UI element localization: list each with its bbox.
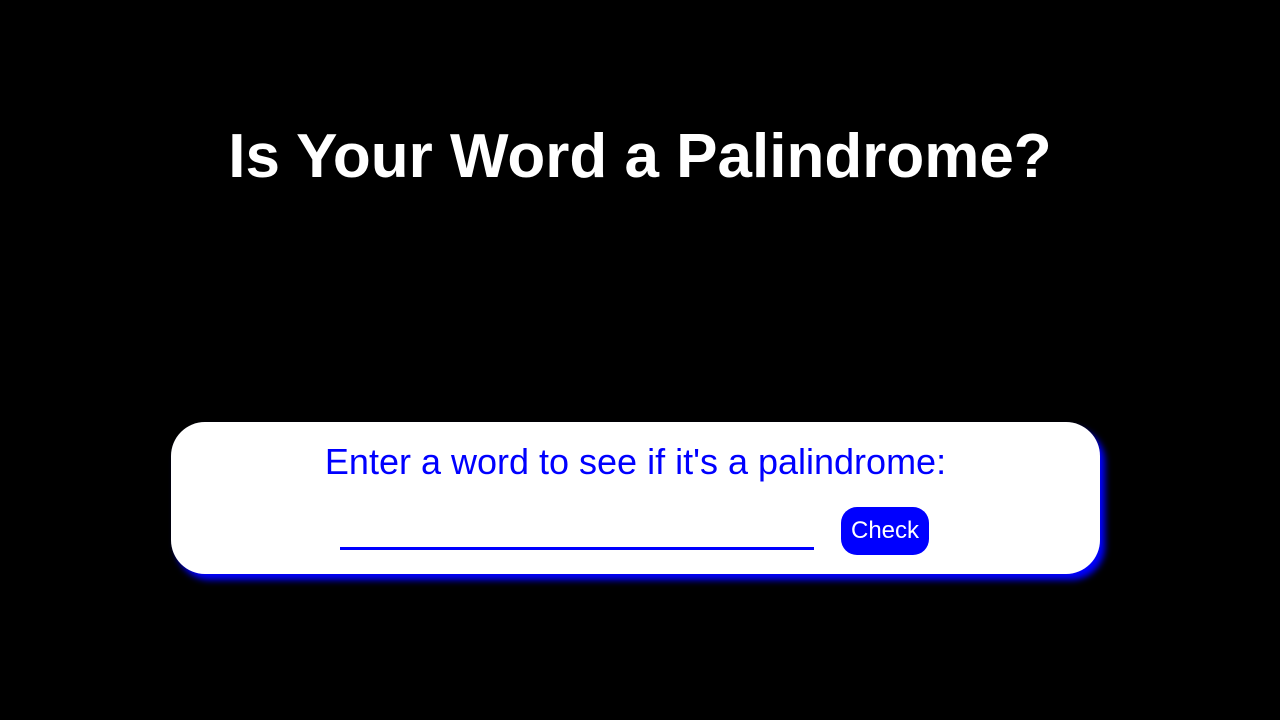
word-input[interactable] — [340, 508, 814, 550]
check-button[interactable]: Check — [841, 507, 929, 555]
page-title: Is Your Word a Palindrome? — [228, 122, 1052, 191]
input-prompt-label: Enter a word to see if it's a palindrome… — [324, 441, 947, 482]
palindrome-checker-card: Enter a word to see if it's a palindrome… — [171, 422, 1100, 574]
